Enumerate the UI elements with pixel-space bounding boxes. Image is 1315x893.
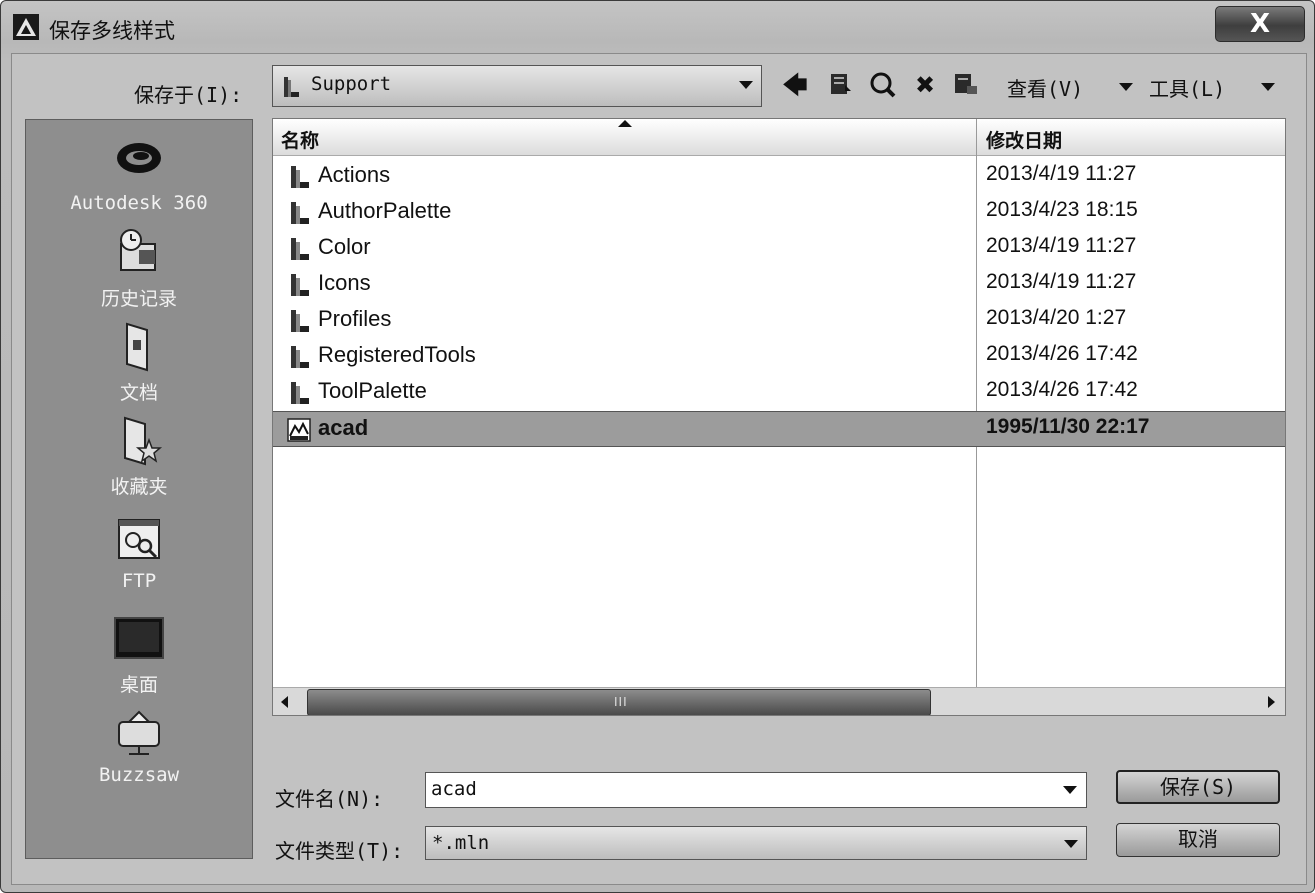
file-name: AuthorPalette bbox=[318, 198, 452, 223]
autodesk-360-icon bbox=[117, 143, 161, 173]
scrollbar-grip: III bbox=[614, 695, 628, 709]
autocad-app-icon bbox=[13, 14, 39, 40]
place-label: Buzzsaw bbox=[98, 764, 180, 786]
place-desktop[interactable]: 桌面 bbox=[26, 612, 252, 697]
file-date: 2013/4/19 11:27 bbox=[986, 234, 1137, 257]
place-label: Autodesk 360 bbox=[70, 192, 208, 214]
column-header-date[interactable]: 修改日期 bbox=[986, 126, 1062, 153]
desktop-icon bbox=[114, 617, 164, 659]
file-name: Icons bbox=[318, 270, 371, 295]
file-name: ToolPalette bbox=[318, 378, 427, 403]
file-name: Color bbox=[318, 234, 371, 259]
filetype-value: *.mln bbox=[432, 832, 490, 854]
ftp-icon bbox=[118, 519, 160, 559]
filetype-label: 文件类型(T): bbox=[275, 839, 404, 863]
place-label: 历史记录 bbox=[100, 288, 177, 310]
cancel-button[interactable]: 取消 bbox=[1116, 823, 1280, 857]
file-row-profiles[interactable]: Profiles 2013/4/20 1:27 bbox=[273, 303, 1285, 337]
horizontal-scrollbar[interactable]: III bbox=[273, 687, 1285, 715]
folder-icon bbox=[284, 77, 299, 97]
file-row-icons[interactable]: Icons 2013/4/19 11:27 bbox=[273, 267, 1285, 301]
place-label: 文档 bbox=[119, 382, 158, 404]
filename-value: acad bbox=[431, 778, 477, 800]
place-label: 桌面 bbox=[119, 674, 158, 696]
file-row-acad[interactable]: acad 1995/11/30 22:17 bbox=[273, 411, 1285, 447]
scroll-left-arrow-icon[interactable] bbox=[281, 696, 288, 708]
sort-ascending-icon bbox=[618, 120, 632, 127]
folder-icon bbox=[291, 166, 309, 188]
up-folder-icon[interactable] bbox=[829, 71, 853, 97]
chevron-down-icon[interactable] bbox=[1063, 786, 1077, 794]
search-web-icon[interactable] bbox=[869, 71, 897, 99]
folder-icon bbox=[291, 382, 309, 404]
view-menu[interactable]: 查看(V) bbox=[1007, 73, 1083, 102]
folder-icon bbox=[291, 202, 309, 224]
filetype-combobox[interactable]: *.mln bbox=[425, 826, 1087, 860]
folder-icon bbox=[291, 346, 309, 368]
column-header-name[interactable]: 名称 bbox=[281, 126, 319, 153]
file-date: 2013/4/19 11:27 bbox=[986, 162, 1137, 185]
place-favorites[interactable]: 收藏夹 bbox=[26, 414, 252, 499]
save-button[interactable]: 保存(S) bbox=[1116, 770, 1280, 804]
tools-menu[interactable]: 工具(L) bbox=[1149, 73, 1225, 102]
view-dropdown-arrow-icon[interactable] bbox=[1119, 83, 1133, 91]
scroll-right-arrow-icon[interactable] bbox=[1268, 696, 1275, 708]
place-buzzsaw[interactable]: Buzzsaw bbox=[26, 706, 252, 786]
scrollbar-thumb[interactable]: III bbox=[307, 689, 931, 715]
file-name: RegisteredTools bbox=[318, 342, 476, 367]
place-documents[interactable]: 文档 bbox=[26, 320, 252, 405]
history-icon bbox=[120, 229, 156, 271]
place-autodesk-360[interactable]: Autodesk 360 bbox=[26, 134, 252, 214]
file-row-registeredtools[interactable]: RegisteredTools 2013/4/26 17:42 bbox=[273, 339, 1285, 373]
delete-icon[interactable]: ✖ bbox=[911, 71, 939, 99]
close-button[interactable]: X bbox=[1215, 6, 1305, 42]
title-bar[interactable]: 保存多线样式 X bbox=[1, 1, 1314, 51]
file-name: acad bbox=[318, 415, 369, 440]
file-date: 2013/4/26 17:42 bbox=[986, 342, 1138, 365]
place-label: FTP bbox=[121, 570, 157, 592]
chevron-down-icon bbox=[739, 81, 753, 89]
save-in-value: Support bbox=[311, 73, 392, 95]
file-date: 2013/4/26 17:42 bbox=[986, 378, 1138, 401]
dialog-title: 保存多线样式 bbox=[49, 19, 175, 43]
file-date: 2013/4/19 11:27 bbox=[986, 270, 1137, 293]
documents-icon bbox=[126, 322, 148, 372]
place-label: 收藏夹 bbox=[110, 476, 168, 498]
file-row-authorpalette[interactable]: AuthorPalette 2013/4/23 18:15 bbox=[273, 195, 1285, 229]
mln-file-icon bbox=[287, 418, 311, 442]
file-date: 1995/11/30 22:17 bbox=[986, 415, 1150, 438]
buzzsaw-icon bbox=[118, 710, 160, 755]
folder-icon bbox=[291, 310, 309, 332]
file-list-header: 名称 修改日期 bbox=[273, 119, 1285, 156]
file-date: 2013/4/23 18:15 bbox=[986, 198, 1138, 221]
new-folder-icon[interactable] bbox=[953, 71, 979, 97]
file-list[interactable]: 名称 修改日期 Actions 2013/4/19 11:27 AuthorPa… bbox=[272, 118, 1286, 716]
back-arrow-icon[interactable]: 🡄 bbox=[781, 71, 809, 99]
save-in-combobox[interactable]: Support bbox=[272, 65, 762, 107]
file-date: 2013/4/20 1:27 bbox=[986, 306, 1127, 329]
file-row-actions[interactable]: Actions 2013/4/19 11:27 bbox=[273, 159, 1285, 193]
chevron-down-icon bbox=[1064, 840, 1078, 848]
place-ftp[interactable]: FTP bbox=[26, 512, 252, 592]
place-history[interactable]: 历史记录 bbox=[26, 226, 252, 311]
folder-icon bbox=[291, 274, 309, 296]
file-name: Actions bbox=[318, 162, 391, 187]
places-sidebar: Autodesk 360 历史记录 文档 收藏夹 FTP 桌面 Buzzsaw bbox=[25, 119, 253, 859]
tools-dropdown-arrow-icon[interactable] bbox=[1261, 83, 1275, 91]
folder-icon bbox=[291, 238, 309, 260]
file-row-color[interactable]: Color 2013/4/19 11:27 bbox=[273, 231, 1285, 265]
favorites-icon bbox=[124, 416, 163, 466]
file-row-toolpalette[interactable]: ToolPalette 2013/4/26 17:42 bbox=[273, 375, 1285, 409]
file-name: Profiles bbox=[318, 306, 392, 331]
filename-input[interactable]: acad bbox=[425, 772, 1087, 808]
save-in-label: 保存于(I): bbox=[134, 83, 243, 107]
filename-label: 文件名(N): bbox=[275, 787, 384, 811]
save-mline-style-dialog: 保存多线样式 X 保存于(I): Support 🡄 ✖ 查看(V) 工具(L)… bbox=[0, 0, 1315, 893]
